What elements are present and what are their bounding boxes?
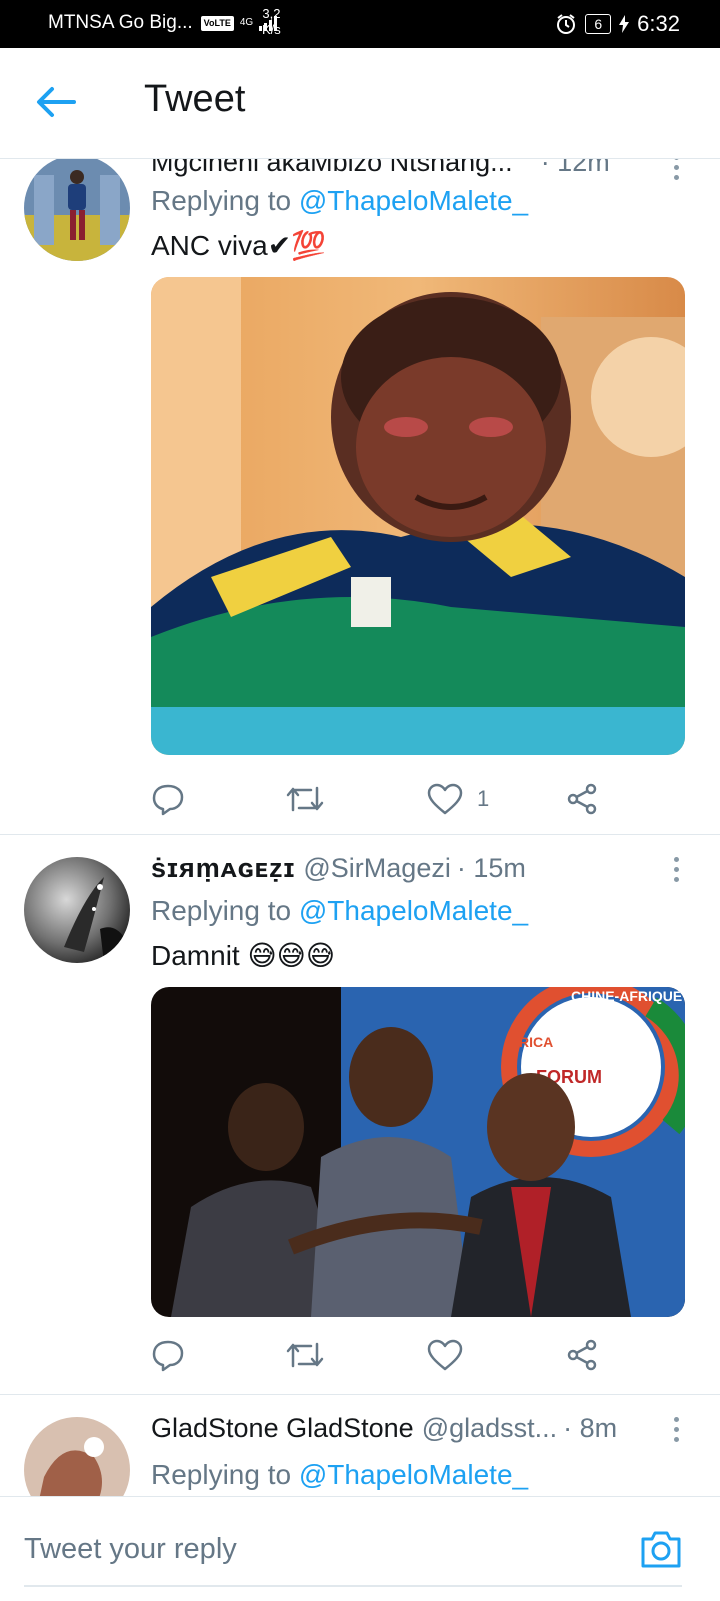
reply-mention-link[interactable]: @ThapeloMalete_ xyxy=(299,895,528,926)
more-options-icon[interactable] xyxy=(674,159,680,185)
charging-icon xyxy=(619,15,630,33)
alarm-icon xyxy=(557,14,576,34)
banner-chine-afrique: CHINE-AFRIQUE xyxy=(571,988,682,1004)
volte-badge: VoLTE xyxy=(200,15,234,31)
display-name[interactable]: Mgcineni akaMbizo Ntshang... xyxy=(151,159,513,178)
tweet-text: ANC viva✔💯 xyxy=(151,230,327,261)
replying-to: Replying to @ThapeloMalete_ xyxy=(151,185,528,217)
replying-to-label: Replying to xyxy=(151,185,292,216)
banner-rica: RICA xyxy=(519,1034,553,1050)
reply-composer[interactable]: Tweet your reply xyxy=(0,1496,720,1601)
tweet-actions: 1 xyxy=(151,779,621,819)
tweet[interactable]: Mgcineni akaMbizo Ntshang... · 12m Reply… xyxy=(0,159,720,816)
timestamp: · 12m xyxy=(540,159,610,177)
battery-indicator: 6 xyxy=(585,14,612,34)
like-count: 1 xyxy=(477,786,490,811)
share-button[interactable] xyxy=(565,1335,599,1375)
camera-icon[interactable] xyxy=(640,1529,682,1569)
avatar[interactable] xyxy=(24,1417,130,1496)
tweet-header: ṡɪᴙṃᴀɢᴇẓɪ @SirMagezi · 15m xyxy=(151,853,700,884)
network-type: 4G xyxy=(239,17,254,28)
tweet-actions xyxy=(151,1335,621,1375)
timestamp: · 15m xyxy=(456,853,526,883)
avatar[interactable] xyxy=(24,857,130,963)
reply-icon xyxy=(152,1340,184,1372)
reply-mention-link[interactable]: @ThapeloMalete_ xyxy=(299,185,528,216)
avatar[interactable] xyxy=(24,159,130,261)
display-name[interactable]: GladStone GladStone xyxy=(151,1413,414,1444)
more-options-icon[interactable] xyxy=(674,1417,680,1447)
user-handle[interactable]: @SirMagezi xyxy=(303,853,450,884)
replying-to-label: Replying to xyxy=(151,1459,292,1490)
heart-icon xyxy=(427,1339,463,1371)
retweet-button[interactable] xyxy=(285,779,325,819)
clock: 6:32 xyxy=(637,11,680,36)
replying-to: Replying to @ThapeloMalete_ xyxy=(151,1459,528,1491)
retweet-icon xyxy=(286,1342,324,1368)
like-button[interactable]: 1 xyxy=(427,779,489,819)
tweet-image[interactable]: CHINE-AFRIQUE FORUM RICA xyxy=(151,987,685,1317)
status-bar: MTNSA Go Big... VoLTE 4G 3,2 K/s 6 6:32 xyxy=(0,0,720,48)
tweet-image[interactable] xyxy=(151,277,685,755)
share-button[interactable] xyxy=(565,779,599,819)
reply-input[interactable]: Tweet your reply xyxy=(24,1533,237,1566)
share-icon xyxy=(567,783,597,815)
like-button[interactable] xyxy=(427,1335,463,1375)
reply-feed[interactable]: Mgcineni akaMbizo Ntshang... · 12m Reply… xyxy=(0,159,720,1496)
network-speed: 3,2 K/s xyxy=(262,6,281,38)
carrier-name: MTNSA Go Big... xyxy=(48,12,193,33)
reply-button[interactable] xyxy=(151,779,185,819)
back-arrow-icon[interactable] xyxy=(36,86,76,118)
status-left: MTNSA Go Big... VoLTE 4G xyxy=(48,12,281,34)
retweet-icon xyxy=(286,786,324,812)
input-underline xyxy=(24,1585,682,1587)
tweet-text: Damnit 😅😅😅 xyxy=(151,940,336,971)
status-right: 6 6:32 xyxy=(555,11,680,37)
reply-button[interactable] xyxy=(151,1335,185,1375)
retweet-button[interactable] xyxy=(285,1335,325,1375)
tweet[interactable]: GladStone GladStone @gladsst... · 8m Rep… xyxy=(0,1395,720,1496)
display-name[interactable]: ṡɪᴙṃᴀɢᴇẓɪ xyxy=(151,853,295,884)
app-header: Tweet xyxy=(0,48,720,159)
more-options-icon[interactable] xyxy=(674,857,680,887)
speed-value: 3,2 xyxy=(262,6,281,21)
tweet[interactable]: ṡɪᴙṃᴀɢᴇẓɪ @SirMagezi · 15m Replying to @… xyxy=(0,835,720,1395)
share-icon xyxy=(567,1339,597,1371)
reply-icon xyxy=(152,784,184,816)
speed-unit: K/s xyxy=(262,22,281,37)
tweet-header: Mgcineni akaMbizo Ntshang... · 12m xyxy=(151,159,700,178)
tweet-header: GladStone GladStone @gladsst... · 8m xyxy=(151,1413,700,1444)
timestamp: · 8m xyxy=(563,1413,618,1443)
user-handle[interactable]: @gladsst... xyxy=(422,1413,557,1444)
page-title: Tweet xyxy=(144,78,246,120)
heart-icon xyxy=(427,783,463,815)
replying-to-label: Replying to xyxy=(151,895,292,926)
reply-mention-link[interactable]: @ThapeloMalete_ xyxy=(299,1459,528,1490)
replying-to: Replying to @ThapeloMalete_ xyxy=(151,895,528,927)
